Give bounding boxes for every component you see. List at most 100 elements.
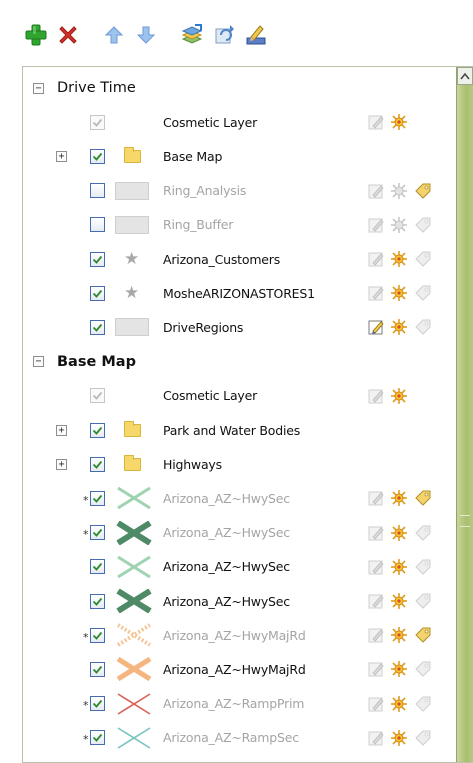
edit-layer-button[interactable] xyxy=(364,489,387,507)
edit-layer-button[interactable] xyxy=(364,216,387,234)
tag-button[interactable] xyxy=(410,626,433,644)
label-sun-button[interactable] xyxy=(387,524,410,542)
layer-row[interactable]: Ring_Buffer xyxy=(23,210,455,240)
layer-row[interactable]: + Base Map xyxy=(23,141,455,171)
group-row[interactable]: − Base Map xyxy=(23,347,455,377)
layer-row[interactable]: ★ MosheARIZONASTORES1 xyxy=(23,278,455,308)
layer-visibility-checkbox[interactable] xyxy=(90,456,105,472)
layer-row[interactable]: + Highways xyxy=(23,449,455,479)
layer-label: Arizona_AZ~HwySec xyxy=(163,490,290,506)
label-sun-button[interactable] xyxy=(387,216,410,234)
layer-visibility-checkbox[interactable] xyxy=(90,148,105,164)
label-sun-button[interactable] xyxy=(387,660,410,678)
edit-layer-button[interactable] xyxy=(364,558,387,576)
expand-toggle[interactable]: + xyxy=(56,424,67,436)
edit-layer-button[interactable] xyxy=(364,284,387,302)
label-sun-button[interactable] xyxy=(387,626,410,644)
layer-row[interactable]: Ring_Analysis xyxy=(23,176,455,206)
label-sun-button[interactable] xyxy=(387,284,410,302)
label-sun-button[interactable] xyxy=(387,729,410,747)
modified-marker: * xyxy=(83,699,89,713)
tag-button[interactable] xyxy=(410,182,433,200)
tag-button[interactable] xyxy=(410,524,433,542)
layer-row[interactable]: Cosmetic Layer xyxy=(23,107,455,137)
layer-row[interactable]: ★ Arizona_Customers xyxy=(23,244,455,274)
tag-button[interactable] xyxy=(410,729,433,747)
layer-visibility-checkbox[interactable]: * xyxy=(83,730,105,746)
layer-visibility-checkbox[interactable]: * xyxy=(83,525,105,541)
tag-button[interactable] xyxy=(410,216,433,234)
layer-visibility-checkbox[interactable] xyxy=(90,183,105,199)
label-sun-button[interactable] xyxy=(387,250,410,268)
label-sun-button[interactable] xyxy=(387,182,410,200)
edit-layer-button[interactable] xyxy=(364,250,387,268)
layer-row[interactable]: * Arizona_AZ~HwySec xyxy=(23,518,455,548)
layer-visibility-checkbox[interactable]: * xyxy=(83,696,105,712)
layer-row[interactable]: + Park and Water Bodies xyxy=(23,415,455,445)
layer-row[interactable]: * Arizona_AZ~RampSec xyxy=(23,723,455,753)
label-sun-icon xyxy=(390,182,407,199)
layer-row[interactable]: Arizona_AZ~HwyMajRd xyxy=(23,654,455,684)
layer-visibility-checkbox[interactable] xyxy=(90,559,105,575)
group-row[interactable]: − Drive Time xyxy=(23,73,455,103)
tag-button[interactable] xyxy=(410,695,433,713)
edit-layer-button[interactable] xyxy=(364,182,387,200)
layer-visibility-checkbox[interactable]: * xyxy=(83,627,105,644)
layer-visibility-checkbox[interactable] xyxy=(90,285,105,301)
label-sun-button[interactable] xyxy=(387,318,410,336)
edit-button[interactable] xyxy=(242,21,270,49)
layer-row[interactable]: * Arizona_AZ~HwySec xyxy=(23,483,455,513)
tag-button[interactable] xyxy=(410,592,433,610)
layer-visibility-checkbox[interactable] xyxy=(90,114,105,130)
add-layer-button[interactable] xyxy=(22,21,50,49)
layer-visibility-checkbox[interactable] xyxy=(90,217,105,233)
layer-visibility-checkbox[interactable]: * xyxy=(83,490,105,507)
edit-layer-button[interactable] xyxy=(364,113,387,131)
layer-properties-button[interactable] xyxy=(178,21,206,49)
vertical-scrollbar[interactable] xyxy=(456,67,473,762)
tag-button[interactable] xyxy=(410,250,433,268)
layer-visibility-checkbox[interactable] xyxy=(90,251,105,267)
refresh-button[interactable] xyxy=(210,21,238,49)
tag-button[interactable] xyxy=(410,318,433,336)
tag-button[interactable] xyxy=(410,489,433,507)
layer-row[interactable]: DriveRegions xyxy=(23,312,455,342)
edit-layer-button[interactable] xyxy=(364,524,387,542)
label-sun-button[interactable] xyxy=(387,558,410,576)
edit-layer-button[interactable] xyxy=(364,318,387,336)
tag-button[interactable] xyxy=(410,558,433,576)
scroll-up-button[interactable] xyxy=(457,67,473,85)
expand-toggle[interactable]: + xyxy=(56,458,67,470)
tag-button[interactable] xyxy=(410,284,433,302)
layer-row[interactable]: * Arizona_AZ~RampPrim xyxy=(23,689,455,719)
edit-layer-button[interactable] xyxy=(364,729,387,747)
expand-toggle[interactable]: + xyxy=(56,150,67,162)
edit-layer-button[interactable] xyxy=(364,660,387,678)
move-up-button[interactable] xyxy=(100,21,128,49)
edit-layer-button[interactable] xyxy=(364,695,387,713)
move-down-button[interactable] xyxy=(132,21,160,49)
label-sun-button[interactable] xyxy=(387,387,410,405)
layer-visibility-checkbox[interactable] xyxy=(90,422,105,438)
layer-row[interactable]: Arizona_AZ~HwySec xyxy=(23,552,455,582)
edit-layer-button[interactable] xyxy=(364,387,387,405)
label-sun-button[interactable] xyxy=(387,695,410,713)
tag-icon xyxy=(414,593,430,609)
edit-layer-button[interactable] xyxy=(364,592,387,610)
layer-visibility-checkbox[interactable] xyxy=(90,593,105,609)
label-sun-button[interactable] xyxy=(387,113,410,131)
scroll-grip[interactable] xyxy=(460,515,470,527)
remove-layer-button[interactable] xyxy=(54,21,82,49)
collapse-toggle[interactable]: − xyxy=(33,356,44,368)
layer-row[interactable]: * Arizona_AZ~HwyMajRd xyxy=(23,620,455,650)
layer-row[interactable]: Cosmetic Layer xyxy=(23,381,455,411)
layer-visibility-checkbox[interactable] xyxy=(90,388,105,404)
layer-visibility-checkbox[interactable] xyxy=(90,661,105,677)
collapse-toggle[interactable]: − xyxy=(33,82,44,94)
label-sun-button[interactable] xyxy=(387,489,410,507)
label-sun-button[interactable] xyxy=(387,592,410,610)
layer-row[interactable]: Arizona_AZ~HwySec xyxy=(23,586,455,616)
edit-layer-button[interactable] xyxy=(364,626,387,644)
layer-visibility-checkbox[interactable] xyxy=(90,319,105,335)
tag-button[interactable] xyxy=(410,660,433,678)
